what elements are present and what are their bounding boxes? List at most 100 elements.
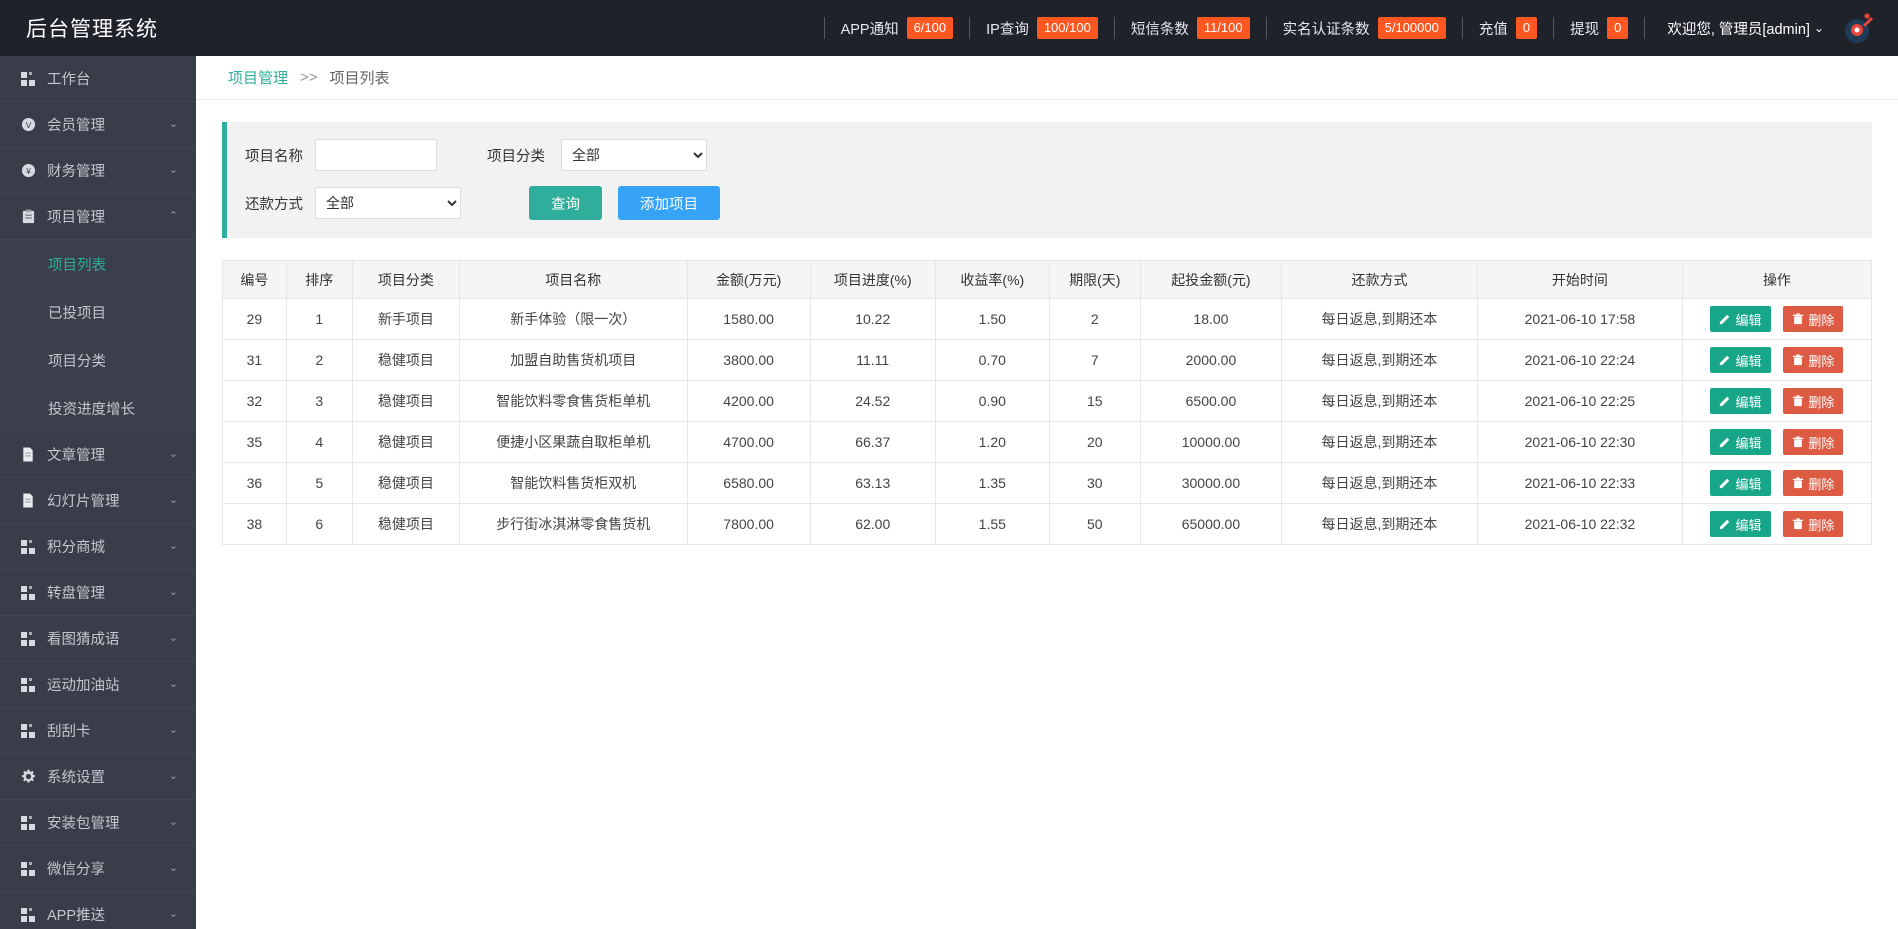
sidebar-item-project-management[interactable]: 项目管理 ⌃ xyxy=(0,194,196,240)
sidebar-item-wechat-share[interactable]: 微信分享 ⌄ xyxy=(0,846,196,892)
cell-start-time: 2021-06-10 22:24 xyxy=(1476,339,1683,381)
sidebar-subitem-label: 项目列表 xyxy=(48,257,106,274)
welcome-text: 欢迎您, 管理员[admin] xyxy=(1667,21,1810,38)
project-category-select[interactable]: 全部 xyxy=(561,139,707,171)
sidebar-item-workbench[interactable]: 工作台 xyxy=(0,56,196,102)
breadcrumb-current: 项目列表 xyxy=(329,70,390,87)
stat-label: 实名认证条数 xyxy=(1282,21,1370,38)
sidebar-item-guess-idiom[interactable]: 看图猜成语 ⌄ xyxy=(0,616,196,662)
svg-text:V: V xyxy=(25,120,31,130)
sidebar-item-sports-station[interactable]: 运动加油站 ⌄ xyxy=(0,662,196,708)
dashboard-grid-icon xyxy=(18,585,38,600)
sidebar-item-member-management[interactable]: V 会员管理 ⌄ xyxy=(0,102,196,148)
user-menu[interactable]: 欢迎您, 管理员[admin] ⌄ xyxy=(1645,18,1834,39)
cell-sort: 5 xyxy=(285,462,353,504)
edit-button[interactable]: 编辑 xyxy=(1710,511,1771,537)
sidebar-item-invested-projects[interactable]: 已投项目 xyxy=(0,288,196,336)
filter-section: 项目名称 项目分类 全部 还款方式 全部 查询 添加项目 xyxy=(196,100,1898,238)
col-header-name: 项目名称 xyxy=(458,260,688,299)
cell-amount: 4700.00 xyxy=(686,421,811,463)
stat-recharge[interactable]: 充值 0 xyxy=(1463,17,1553,39)
cell-progress: 66.37 xyxy=(809,421,936,463)
cell-operations: 编辑 删除 xyxy=(1681,503,1873,545)
project-category-label: 项目分类 xyxy=(487,148,545,165)
sidebar-item-project-category[interactable]: 项目分类 xyxy=(0,336,196,384)
sidebar-item-points-mall[interactable]: 积分商城 ⌄ xyxy=(0,524,196,570)
sidebar-item-installer-management[interactable]: 安装包管理 ⌄ xyxy=(0,800,196,846)
delete-button-label: 删除 xyxy=(1808,435,1835,451)
cell-start-time: 2021-06-10 22:33 xyxy=(1476,462,1683,504)
cell-rate: 1.35 xyxy=(934,462,1050,504)
sidebar-item-investment-progress-growth[interactable]: 投资进度增长 xyxy=(0,384,196,432)
cell-term: 20 xyxy=(1048,421,1141,463)
chevron-down-icon: ⌄ xyxy=(168,816,178,828)
repayment-method-select[interactable]: 全部 xyxy=(315,187,461,219)
edit-button[interactable]: 编辑 xyxy=(1710,347,1771,373)
stat-label: 提现 xyxy=(1570,21,1600,38)
cell-min-amount: 10000.00 xyxy=(1139,421,1283,463)
sidebar-item-app-push[interactable]: APP推送 ⌄ xyxy=(0,892,196,929)
stat-withdraw[interactable]: 提现 0 xyxy=(1554,17,1644,39)
chevron-down-icon: ⌄ xyxy=(168,908,178,920)
delete-button[interactable]: 删除 xyxy=(1783,306,1844,332)
sidebar-item-article-management[interactable]: 文章管理 ⌄ xyxy=(0,432,196,478)
dashboard-grid-icon xyxy=(18,539,38,554)
breadcrumb-separator: >> xyxy=(300,69,318,86)
edit-button[interactable]: 编辑 xyxy=(1710,306,1771,332)
edit-button[interactable]: 编辑 xyxy=(1710,470,1771,496)
project-name-input[interactable] xyxy=(315,139,437,171)
cell-operations: 编辑 删除 xyxy=(1681,380,1873,422)
cell-repayment: 每日返息,到期还本 xyxy=(1281,421,1478,463)
sidebar-item-scratch-card[interactable]: 刮刮卡 ⌄ xyxy=(0,708,196,754)
finance-yuan-icon: ¥ xyxy=(18,163,38,178)
delete-button-label: 删除 xyxy=(1808,353,1835,369)
edit-button[interactable]: 编辑 xyxy=(1710,429,1771,455)
avatar[interactable] xyxy=(1842,11,1876,45)
stat-sms-count[interactable]: 短信条数 11/100 xyxy=(1115,17,1266,39)
table-row: 35 4 稳健项目 便捷小区果蔬自取柜单机 4700.00 66.37 1.20… xyxy=(222,421,1873,463)
cell-name: 新手体验（限一次） xyxy=(458,298,688,340)
add-project-button[interactable]: 添加项目 xyxy=(618,186,720,220)
stat-label: 短信条数 xyxy=(1130,21,1189,38)
col-header-progress: 项目进度(%) xyxy=(809,260,936,299)
stat-app-notify[interactable]: APP通知 6/100 xyxy=(825,17,970,39)
cell-rate: 0.90 xyxy=(934,380,1050,422)
chevron-down-icon: ⌄ xyxy=(1813,21,1824,35)
sidebar-item-label: 积分商城 xyxy=(47,540,105,556)
sidebar-item-turntable-management[interactable]: 转盘管理 ⌄ xyxy=(0,570,196,616)
cell-sort: 1 xyxy=(285,298,353,340)
sidebar-subitem-label: 投资进度增长 xyxy=(48,401,135,418)
sidebar-item-system-settings[interactable]: 系统设置 ⌄ xyxy=(0,754,196,800)
edit-button-label: 编辑 xyxy=(1735,312,1762,328)
cell-rate: 1.55 xyxy=(934,503,1050,545)
sidebar-item-slideshow-management[interactable]: 幻灯片管理 ⌄ xyxy=(0,478,196,524)
delete-button[interactable]: 删除 xyxy=(1783,388,1844,414)
delete-button[interactable]: 删除 xyxy=(1783,347,1844,373)
project-name-label: 项目名称 xyxy=(245,148,303,165)
delete-button-label: 删除 xyxy=(1808,394,1835,410)
query-button[interactable]: 查询 xyxy=(529,186,602,220)
sidebar-item-label: 看图猜成语 xyxy=(47,632,120,648)
dashboard-grid-icon xyxy=(18,861,38,876)
stat-realname-verify-count[interactable]: 实名认证条数 5/100000 xyxy=(1267,17,1462,39)
col-header-amount: 金额(万元) xyxy=(686,260,811,299)
cell-amount: 1580.00 xyxy=(686,298,811,340)
status-badge: 0 xyxy=(1515,17,1538,39)
delete-button[interactable]: 删除 xyxy=(1783,429,1844,455)
breadcrumb-parent-link[interactable]: 项目管理 xyxy=(228,67,288,88)
dashboard-grid-icon xyxy=(18,71,38,86)
sidebar-item-project-list[interactable]: 项目列表 xyxy=(0,240,196,288)
edit-button[interactable]: 编辑 xyxy=(1710,388,1771,414)
top-header-bar: 后台管理系统 APP通知 6/100 IP查询 100/100 短信条数 11/… xyxy=(0,0,1898,56)
stat-label: 充值 xyxy=(1478,21,1508,38)
chevron-down-icon: ⌄ xyxy=(168,540,178,552)
stat-ip-query[interactable]: IP查询 100/100 xyxy=(970,17,1114,39)
cell-term: 15 xyxy=(1048,380,1141,422)
delete-button[interactable]: 删除 xyxy=(1783,470,1844,496)
cell-repayment: 每日返息,到期还本 xyxy=(1281,462,1478,504)
sidebar-item-finance-management[interactable]: ¥ 财务管理 ⌄ xyxy=(0,148,196,194)
chevron-down-icon: ⌄ xyxy=(168,494,178,506)
cell-category: 稳健项目 xyxy=(351,462,460,504)
delete-button[interactable]: 删除 xyxy=(1783,511,1844,537)
sidebar-item-label: 微信分享 xyxy=(47,862,105,878)
